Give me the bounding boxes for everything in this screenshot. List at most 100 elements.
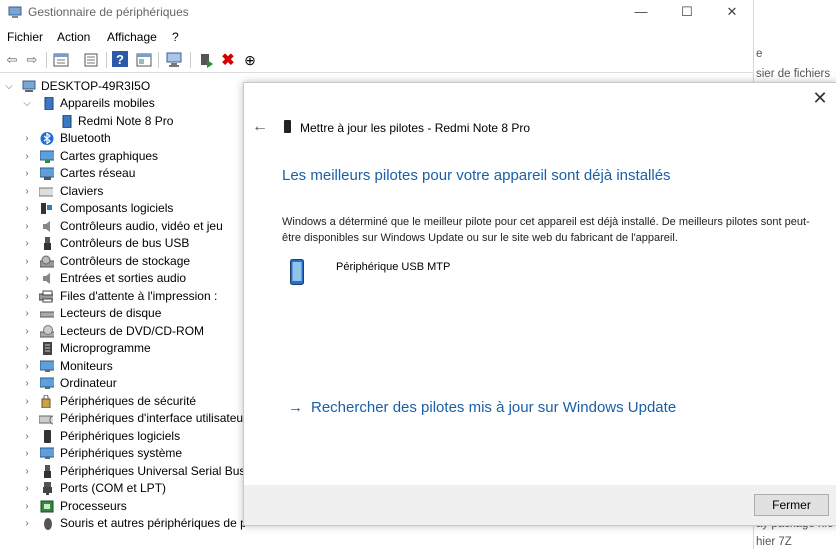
maximize-button[interactable]: ☐ — [672, 2, 702, 22]
chevron-down-icon[interactable]: ⌵ — [22, 95, 32, 112]
system-icon — [40, 447, 54, 459]
tree-item-composants-logiciels[interactable]: › Composants logiciels — [0, 200, 245, 217]
dialog-description: Windows a déterminé que le meilleur pilo… — [282, 216, 810, 244]
chevron-right-icon[interactable]: › — [22, 235, 32, 252]
chevron-right-icon[interactable]: › — [22, 498, 32, 515]
chevron-right-icon[interactable]: › — [22, 393, 32, 410]
menu-affichage[interactable]: Affichage — [107, 30, 157, 44]
dialog-footer: Fermer — [244, 485, 836, 525]
tree-item-label: Files d'attente à l'impression : — [60, 289, 218, 303]
tree-item-souris[interactable]: › Souris et autres périphériques de poin… — [0, 515, 245, 532]
menu-help[interactable]: ? — [172, 30, 179, 44]
toolbar-separator — [190, 52, 191, 68]
tree-item-peripheriques-usb[interactable]: › Périphériques Universal Serial Bus — [0, 463, 245, 480]
tree-item-appareils-mobiles[interactable]: ⌵ Appareils mobiles — [0, 95, 245, 112]
toolbar-separator — [106, 52, 107, 68]
forward-icon[interactable]: ⇨ — [23, 51, 41, 69]
chevron-right-icon[interactable]: › — [22, 270, 32, 287]
chevron-right-icon[interactable]: › — [22, 183, 32, 200]
tree-item-lecteurs-dvd[interactable]: › Lecteurs de DVD/CD-ROM — [0, 323, 245, 340]
tree-item-label: Périphériques Universal Serial Bus — [60, 464, 245, 478]
chevron-right-icon[interactable]: › — [22, 253, 32, 270]
tree-item-bluetooth[interactable]: › Bluetooth — [0, 130, 245, 147]
tree-item-label: Contrôleurs de bus USB — [60, 236, 190, 250]
back-icon[interactable]: ⇦ — [3, 51, 21, 69]
tree-item-entrees-sorties-audio[interactable]: › Entrées et sorties audio — [0, 270, 245, 287]
tree-item-label: Lecteurs de DVD/CD-ROM — [60, 324, 205, 338]
chevron-right-icon[interactable]: › — [22, 218, 32, 235]
tree-item-peripheriques-interface[interactable]: › Périphériques d'interface utilisateur — [0, 410, 245, 427]
properties-icon[interactable] — [52, 51, 70, 69]
tree-item-claviers[interactable]: › Claviers — [0, 183, 245, 200]
chevron-right-icon[interactable]: › — [22, 148, 32, 165]
chevron-right-icon[interactable]: › — [22, 288, 32, 305]
chevron-right-icon[interactable]: › — [22, 445, 32, 462]
view-icon[interactable] — [135, 51, 153, 69]
tree-root-label: DESKTOP-49R3I5O — [41, 79, 151, 93]
chevron-right-icon[interactable]: › — [22, 305, 32, 322]
software-component-icon — [41, 203, 52, 214]
tree-item-files-attente-impression[interactable]: › Files d'attente à l'impression : — [0, 288, 245, 305]
device-name: Périphérique USB MTP — [336, 261, 451, 273]
cpu-icon — [40, 500, 54, 513]
help-icon[interactable]: ? — [112, 51, 128, 67]
monitor-icon — [40, 377, 54, 389]
monitor-icon — [40, 360, 54, 372]
close-window-button[interactable]: ✕ — [717, 2, 747, 22]
phone-icon — [62, 115, 72, 128]
tree-item-controleurs-audio[interactable]: › Contrôleurs audio, vidéo et jeu — [0, 218, 245, 235]
chevron-right-icon[interactable]: › — [22, 410, 32, 427]
tree-item-label: Claviers — [60, 184, 104, 198]
chevron-right-icon[interactable]: › — [22, 165, 32, 182]
hid-icon — [39, 415, 53, 425]
scan-hardware-icon[interactable] — [166, 51, 184, 69]
tree-item-label: Périphériques de sécurité — [60, 394, 197, 408]
chevron-right-icon[interactable]: › — [22, 323, 32, 340]
chevron-right-icon[interactable]: › — [22, 428, 32, 445]
menu-action[interactable]: Action — [57, 30, 90, 44]
tree-item-lecteurs-disque[interactable]: › Lecteurs de disque — [0, 305, 245, 322]
tree-item-processeurs[interactable]: › Processeurs — [0, 498, 245, 515]
tree-root[interactable]: ⌵ DESKTOP-49R3I5O — [0, 78, 245, 95]
fermer-button[interactable]: Fermer — [754, 494, 829, 516]
enable-device-icon[interactable]: ⊕ — [241, 51, 259, 69]
update-driver-icon[interactable] — [197, 51, 215, 69]
tree-item-cartes-graphiques[interactable]: › Cartes graphiques — [0, 148, 245, 165]
menu-fichier[interactable]: Fichier — [7, 30, 43, 44]
chevron-right-icon[interactable]: › — [22, 130, 32, 147]
tree-item-cartes-reseau[interactable]: › Cartes réseau — [0, 165, 245, 182]
chevron-right-icon[interactable]: › — [22, 515, 32, 532]
back-arrow-icon[interactable]: ← — [252, 119, 268, 135]
minimize-button[interactable]: — — [626, 2, 656, 22]
tree-item-label: Bluetooth — [60, 131, 111, 145]
dialog-header: Mettre à jour les pilotes - Redmi Note 8… — [300, 121, 531, 135]
chevron-right-icon[interactable]: › — [22, 200, 32, 217]
tree-item-redmi-note-8-pro[interactable]: Redmi Note 8 Pro — [0, 113, 245, 130]
tree-item-controleurs-stockage[interactable]: › Contrôleurs de stockage — [0, 253, 245, 270]
tree-item-label: Contrôleurs de stockage — [60, 254, 191, 268]
tree-item-label: Périphériques système — [60, 446, 183, 460]
chevron-right-icon[interactable]: › — [22, 358, 32, 375]
security-icon — [41, 395, 51, 408]
tree-item-peripheriques-systeme[interactable]: › Périphériques système — [0, 445, 245, 462]
tree-item-moniteurs[interactable]: › Moniteurs — [0, 358, 245, 375]
chevron-right-icon[interactable]: › — [22, 340, 32, 357]
chevron-right-icon[interactable]: › — [22, 375, 32, 392]
close-icon[interactable]: ✕ — [809, 87, 831, 109]
tree-item-controleurs-bus-usb[interactable]: › Contrôleurs de bus USB — [0, 235, 245, 252]
list-icon[interactable] — [82, 51, 100, 69]
tree-item-peripheriques-securite[interactable]: › Périphériques de sécurité — [0, 393, 245, 410]
windows-update-link[interactable]: → Rechercher des pilotes mis à jour sur W… — [288, 399, 676, 416]
chevron-down-icon[interactable]: ⌵ — [4, 78, 14, 95]
chevron-right-icon[interactable]: › — [22, 463, 32, 480]
chevron-right-icon[interactable]: › — [22, 480, 32, 497]
tree-item-ports[interactable]: › Ports (COM et LPT) — [0, 480, 245, 497]
remove-device-icon[interactable]: ✖ — [219, 51, 237, 69]
menu-bar: Fichier Action Affichage ? — [0, 27, 753, 47]
tree-item-peripheriques-logiciels[interactable]: › Périphériques logiciels — [0, 428, 245, 445]
tree-item-label: Microprogramme — [60, 341, 151, 355]
tree-item-microprogramme[interactable]: › Microprogramme — [0, 340, 245, 357]
tree-item-ordinateur[interactable]: › Ordinateur — [0, 375, 245, 392]
tree-item-label: Lecteurs de disque — [60, 306, 162, 320]
tree-item-label: Périphériques logiciels — [60, 429, 181, 443]
